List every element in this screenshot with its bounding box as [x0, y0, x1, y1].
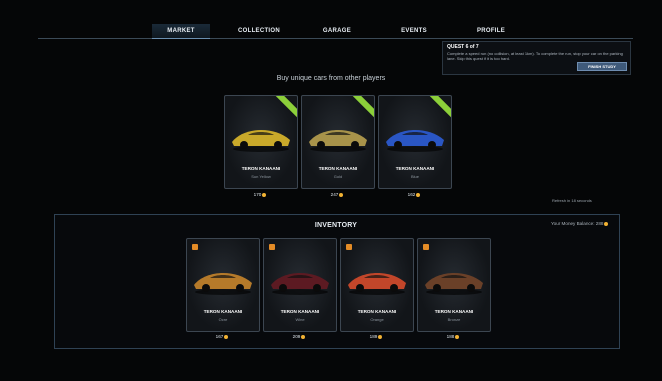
- tab-garage[interactable]: GARAGE: [309, 24, 365, 38]
- owned-badge-icon: [346, 244, 352, 250]
- coin-icon: [604, 221, 609, 226]
- quest-description: Complete a speed run (no collision, at l…: [447, 51, 623, 61]
- car-price: 162: [378, 192, 450, 197]
- car-variant: Ocre: [218, 317, 228, 322]
- car-name: TERON KANAANI: [203, 309, 243, 314]
- coin-icon: [339, 192, 344, 197]
- car-image: [232, 130, 290, 152]
- car-image: [425, 273, 483, 295]
- tab-profile[interactable]: PROFILE: [463, 24, 519, 38]
- money-balance: Your Money Balance: 288: [551, 221, 609, 226]
- coin-icon: [378, 334, 383, 339]
- quest-title: QUEST 6 of 7: [447, 44, 479, 50]
- car-price: 167: [186, 334, 258, 339]
- car-price: 247: [301, 192, 373, 197]
- car-name: TERON KANAANI: [318, 166, 358, 171]
- inventory-title: INVENTORY: [314, 222, 358, 229]
- coin-icon: [301, 334, 306, 339]
- refresh-timer: Refresh in 18 seconds: [552, 198, 592, 203]
- inventory-car-card[interactable]: TERON KANAANI Wine: [263, 238, 337, 332]
- coin-icon: [224, 334, 229, 339]
- owned-badge-icon: [192, 244, 198, 250]
- inventory-panel: [54, 214, 620, 349]
- car-name: TERON KANAANI: [434, 309, 474, 314]
- car-price: 209: [263, 334, 335, 339]
- owned-badge-icon: [269, 244, 275, 250]
- car-variant: Sun Yellow: [251, 174, 271, 179]
- market-car-card[interactable]: TERON KANAANI Blue: [378, 95, 452, 189]
- car-variant: Blue: [410, 174, 419, 179]
- car-image: [348, 273, 406, 295]
- car-image: [194, 273, 252, 295]
- car-image: [386, 130, 444, 152]
- owned-badge-icon: [423, 244, 429, 250]
- car-name: TERON KANAANI: [280, 309, 320, 314]
- car-price: 170: [224, 192, 296, 197]
- quest-panel: QUEST 6 of 7 Complete a speed run (no co…: [442, 41, 631, 75]
- car-image: [271, 273, 329, 295]
- car-price: 188: [417, 334, 489, 339]
- car-image: [309, 130, 367, 152]
- car-name: TERON KANAANI: [395, 166, 435, 171]
- market-car-card[interactable]: TERON KANAANI Sun Yellow: [224, 95, 298, 189]
- coin-icon: [416, 192, 421, 197]
- car-name: TERON KANAANI: [357, 309, 397, 314]
- tab-collection[interactable]: COLLECTION: [229, 24, 289, 38]
- car-name: TERON KANAANI: [241, 166, 281, 171]
- car-variant: Gold: [333, 174, 343, 179]
- finish-study-button[interactable]: FINISH STUDY: [577, 62, 627, 71]
- tab-market[interactable]: MARKET: [152, 24, 210, 39]
- car-variant: Wine: [295, 317, 305, 322]
- tab-events[interactable]: EVENTS: [386, 24, 442, 38]
- car-price: 189: [340, 334, 412, 339]
- market-car-card[interactable]: TERON KANAANI Gold: [301, 95, 375, 189]
- car-variant: Bronze: [447, 317, 461, 322]
- market-headline: Buy unique cars from other players: [276, 75, 386, 82]
- coin-icon: [455, 334, 460, 339]
- car-variant: Orange: [370, 317, 384, 322]
- nav-divider: [38, 38, 633, 39]
- inventory-car-card[interactable]: TERON KANAANI Bronze: [417, 238, 491, 332]
- coin-icon: [262, 192, 267, 197]
- inventory-car-card[interactable]: TERON KANAANI Orange: [340, 238, 414, 332]
- inventory-car-card[interactable]: TERON KANAANI Ocre: [186, 238, 260, 332]
